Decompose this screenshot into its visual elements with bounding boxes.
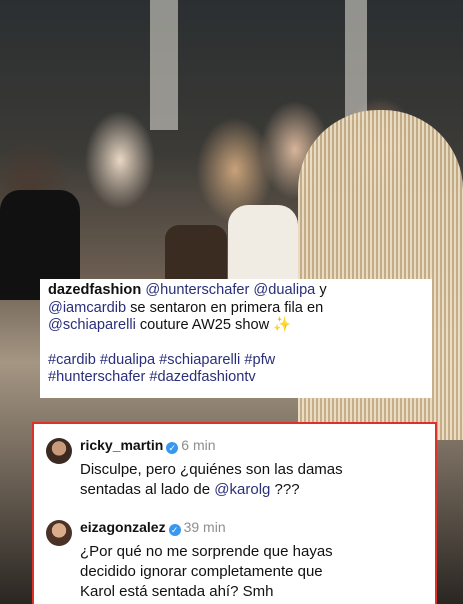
post-caption: dazedfashion @hunterschafer @dualipa y @… (40, 279, 432, 398)
comment-text: ¿Por qué no me sorprende que hayas decid… (80, 542, 430, 602)
comment-text-fragment: ??? (270, 481, 300, 498)
comment-header: ricky_martin ✓ 6 min (80, 436, 216, 454)
caption-mention[interactable]: @iamcardib (48, 300, 126, 316)
comment-text: Disculpe, pero ¿quiénes son las damas se… (80, 460, 430, 500)
caption-line: @iamcardib se sentaron en primera fila e… (48, 300, 424, 318)
comment-text-line: decidido ignorar completamente que (80, 563, 323, 580)
photo-figure (165, 225, 227, 285)
caption-hashtags[interactable]: #hunterschafer #dazedfashiontv (48, 369, 424, 387)
comment-text-line: sentadas al lado de @karolg ??? (80, 480, 430, 500)
comment-time: 39 min (183, 519, 226, 535)
comment-text-line: Karol está sentada ahí? Smh (80, 583, 274, 600)
comment-mention[interactable]: @karolg (214, 481, 270, 498)
sparkles-icon: ✨ (273, 317, 292, 333)
comment-username[interactable]: eizagonzalez (80, 519, 166, 535)
comment-text-line: ¿Por qué no me sorprende que hayas (80, 543, 333, 560)
caption-mention[interactable]: @schiaparelli (48, 317, 136, 333)
comment-text-fragment: sentadas al lado de (80, 481, 215, 498)
caption-line: @schiaparelli couture AW25 show ✨ (48, 317, 424, 335)
background-pillar (150, 0, 178, 130)
comment-username[interactable]: ricky_martin (80, 437, 163, 453)
caption-hashtags[interactable]: #cardib #dualipa #schiaparelli #pfw (48, 352, 424, 370)
comment-time: 6 min (181, 437, 216, 453)
caption-mention[interactable]: @hunterschafer @dualipa (145, 282, 315, 298)
caption-text: couture AW25 show (135, 317, 270, 333)
comment-header: eizagonzalez ✓ 39 min (80, 518, 226, 536)
photo-figure (228, 205, 298, 285)
avatar[interactable] (46, 520, 72, 546)
comments-panel: ricky_martin ✓ 6 min Disculpe, pero ¿quién… (32, 422, 437, 604)
caption-username[interactable]: dazedfashion (48, 282, 141, 298)
caption-text: se sentaron en primera fila en (126, 299, 324, 316)
background-pillar (345, 0, 367, 120)
avatar[interactable] (46, 438, 72, 464)
verified-badge-icon: ✓ (166, 442, 179, 454)
caption-text: y (315, 282, 327, 298)
caption-line: dazedfashion @hunterschafer @dualipa y (48, 282, 424, 300)
comment-text-line: Disculpe, pero ¿quiénes son las damas (80, 461, 343, 478)
verified-badge-icon: ✓ (168, 524, 181, 536)
